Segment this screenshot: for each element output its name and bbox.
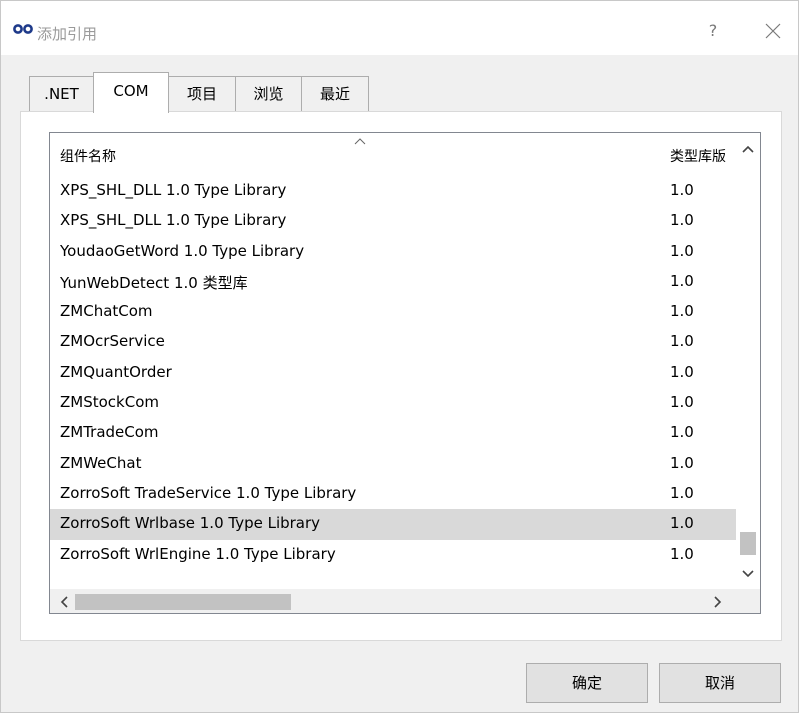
title-bar: 添加引用 ?: [1, 1, 798, 55]
component-name: YoudaoGetWord 1.0 Type Library: [60, 241, 305, 260]
help-button[interactable]: ?: [705, 21, 721, 40]
tab-project[interactable]: 项目: [168, 76, 236, 112]
component-version: 1.0: [670, 302, 694, 321]
component-name: YunWebDetect 1.0 类型库: [60, 273, 248, 292]
list-row[interactable]: ZMQuantOrder 1.0: [50, 358, 736, 388]
scroll-up-icon[interactable]: [742, 145, 754, 153]
component-version: 1.0: [670, 393, 694, 412]
list-row[interactable]: YoudaoGetWord 1.0 Type Library 1.0: [50, 237, 736, 267]
tab-com[interactable]: COM: [93, 72, 169, 113]
list-row[interactable]: ZMChatCom 1.0: [50, 297, 736, 327]
component-version: 1.0: [670, 483, 694, 502]
component-name: ZMOcrService: [60, 332, 165, 351]
list-row[interactable]: ZMOcrService 1.0: [50, 327, 736, 357]
component-name: XPS_SHL_DLL 1.0 Type Library: [60, 211, 287, 230]
scrollbar-corner: [736, 589, 760, 613]
component-version: 1.0: [670, 332, 694, 351]
component-version: 1.0: [670, 211, 694, 230]
component-name: ZMTradeCom: [60, 423, 159, 442]
vertical-scrollbar[interactable]: [736, 133, 760, 589]
component-name: ZMWeChat: [60, 453, 142, 472]
component-version: 1.0: [670, 423, 694, 442]
list-row[interactable]: ZorroSoft TradeService 1.0 Type Library 1…: [50, 479, 736, 509]
sort-ascending-icon: [354, 138, 366, 145]
tab-browse[interactable]: 浏览: [235, 76, 302, 112]
component-name: ZorroSoft Wrlbase 1.0 Type Library: [60, 514, 321, 533]
component-name: XPS_SHL_DLL 1.0 Type Library: [60, 181, 287, 199]
cancel-button[interactable]: 取消: [659, 663, 781, 703]
component-version: 1.0: [670, 181, 694, 199]
column-header-version[interactable]: 类型库版: [670, 146, 736, 166]
list-row[interactable]: ZorroSoft WrlEngine 1.0 Type Library 1.0: [50, 540, 736, 570]
scroll-down-icon[interactable]: [742, 570, 754, 578]
column-header-name[interactable]: 组件名称: [60, 146, 116, 166]
list-row[interactable]: XPS_SHL_DLL 1.0 Type Library 1.0: [50, 176, 736, 206]
list-row[interactable]: ZMWeChat 1.0: [50, 449, 736, 479]
tab-recent[interactable]: 最近: [301, 76, 369, 112]
vertical-scroll-thumb[interactable]: [740, 532, 756, 555]
component-name: ZorroSoft TradeService 1.0 Type Library: [60, 483, 357, 502]
component-version: 1.0: [670, 362, 694, 381]
infinity-icon: [13, 24, 33, 34]
list-header: 组件名称 类型库版: [50, 133, 736, 175]
tab-dotnet[interactable]: .NET: [29, 76, 94, 112]
component-version: 1.0: [670, 514, 694, 533]
list-row[interactable]: XPS_SHL_DLL 1.0 Type Library 1.0: [50, 206, 736, 236]
component-name: ZorroSoft WrlEngine 1.0 Type Library: [60, 544, 336, 563]
component-name: ZMChatCom: [60, 302, 153, 321]
horizontal-scrollbar[interactable]: [50, 589, 736, 613]
list-row[interactable]: ZMTradeCom 1.0: [50, 418, 736, 448]
list-rows: XPS_SHL_DLL 1.0 Type Library 1.0 XPS_SHL_…: [50, 176, 736, 570]
com-tab-panel: 组件名称 类型库版 XPS_SHL_DLL 1.0 Type Library 1.…: [20, 111, 782, 641]
component-version: 1.0: [670, 544, 694, 563]
component-version: 1.0: [670, 453, 694, 472]
close-icon[interactable]: [761, 19, 785, 43]
scroll-left-icon[interactable]: [60, 596, 68, 608]
add-reference-dialog: 添加引用 ? .NET COM 项目 浏览 最近 组件名称 类型库版 XPS_S…: [0, 0, 799, 713]
ok-button[interactable]: 确定: [526, 663, 648, 703]
window-title: 添加引用: [37, 25, 98, 43]
component-name: ZMQuantOrder: [60, 362, 172, 381]
component-name: ZMStockCom: [60, 393, 159, 412]
list-row-selected[interactable]: ZorroSoft Wrlbase 1.0 Type Library 1.0: [50, 509, 736, 540]
component-version: 1.0: [670, 271, 694, 290]
horizontal-scroll-thumb[interactable]: [75, 594, 291, 610]
scroll-right-icon[interactable]: [714, 596, 722, 608]
component-list[interactable]: 组件名称 类型库版 XPS_SHL_DLL 1.0 Type Library 1.…: [49, 132, 761, 614]
component-version: 1.0: [670, 241, 694, 260]
list-row[interactable]: YunWebDetect 1.0 类型库 1.0: [50, 267, 736, 297]
list-row[interactable]: ZMStockCom 1.0: [50, 388, 736, 418]
